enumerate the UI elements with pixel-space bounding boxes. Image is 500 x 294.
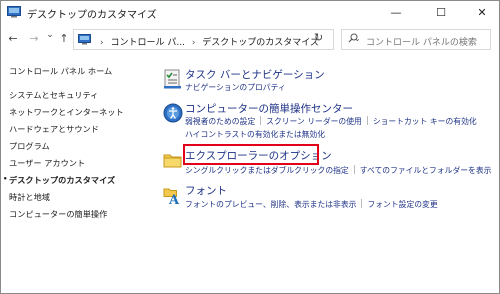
group-title-fonts[interactable]: フォント xyxy=(185,183,227,198)
close-icon: ✕ xyxy=(477,5,487,19)
sidebar-item-label: デスクトップのカスタマイズ xyxy=(9,175,116,185)
search-box[interactable]: コントロール パネルの検索 xyxy=(341,29,491,50)
link-low-vision-settings[interactable]: 弱視者のための設定 xyxy=(185,117,255,126)
link-use-screen-reader[interactable]: スクリーン リーダーの使用 xyxy=(266,117,362,126)
sidebar-item-ease-of-access[interactable]: コンピューターの簡単操作 xyxy=(9,208,107,220)
link-show-hidden-files[interactable]: すべてのファイルとフォルダーを表示 xyxy=(360,166,492,175)
recent-locations-chevron-icon[interactable]: ⌄ xyxy=(43,30,57,40)
control-panel-window: デスクトップのカスタマイズ — ☐ ✕ ← → ⌄ ↑ › コントロール パ..… xyxy=(0,0,500,294)
title-bar: デスクトップのカスタマイズ — ☐ ✕ xyxy=(1,1,499,25)
search-placeholder: コントロール パネルの検索 xyxy=(366,38,477,48)
group-links-taskbar: ナビゲーションのプロパティ xyxy=(185,82,286,93)
forward-arrow-icon[interactable]: → xyxy=(27,32,41,45)
breadcrumb-personalization[interactable]: デスクトップのカスタマイズ xyxy=(202,38,319,48)
back-arrow-icon[interactable]: ← xyxy=(6,32,20,45)
link-divider xyxy=(260,116,262,125)
sidebar-item-network-internet[interactable]: ネットワークとインターネット xyxy=(9,106,124,118)
navigation-bar: ← → ⌄ ↑ › コントロール パ... › デスクトップのカスタマイズ ⌄ … xyxy=(1,27,499,53)
maximize-button[interactable]: ☐ xyxy=(426,1,456,23)
link-divider xyxy=(353,165,355,174)
sidebar-item-hardware-sound[interactable]: ハードウェアとサウンド xyxy=(9,123,99,135)
fonts-icon: A xyxy=(163,188,180,205)
group-links-ease-of-access-row2: ハイコントラストの有効化または無効化 xyxy=(185,129,325,140)
sidebar-item-user-accounts[interactable]: ユーザー アカウント xyxy=(9,157,85,169)
window-title: デスクトップのカスタマイズ xyxy=(27,10,157,21)
group-title-taskbar-navigation[interactable]: タスク バーとナビゲーション xyxy=(185,67,325,82)
link-single-or-double-click[interactable]: シングルクリックまたはダブルクリックの指定 xyxy=(185,166,349,175)
refresh-icon[interactable]: ↻ xyxy=(314,31,323,44)
highlight-annotation-box xyxy=(183,144,319,165)
sidebar-item-personalization: • デスクトップのカスタマイズ xyxy=(3,174,116,186)
address-bar[interactable]: › コントロール パ... › デスクトップのカスタマイズ ⌄ xyxy=(73,29,361,50)
breadcrumb: › コントロール パ... › デスクトップのカスタマイズ xyxy=(96,35,319,48)
link-toggle-high-contrast[interactable]: ハイコントラストの有効化または無効化 xyxy=(185,130,325,139)
link-navigation-properties[interactable]: ナビゲーションのプロパティ xyxy=(185,83,286,92)
link-enable-shortcut-keys[interactable]: ショートカット キーの有効化 xyxy=(373,117,477,126)
group-links-file-explorer: シングルクリックまたはダブルクリックの指定 すべてのファイルとフォルダーを表示 xyxy=(185,165,491,176)
group-links-fonts: フォントのプレビュー、削除、表示または非表示 フォント設定の変更 xyxy=(185,199,438,210)
sidebar-item-programs[interactable]: プログラム xyxy=(9,140,50,152)
control-panel-folder-icon xyxy=(78,34,91,45)
sidebar-item-system-security[interactable]: システムとセキュリティ xyxy=(9,89,98,101)
breadcrumb-separator-icon: › xyxy=(100,38,104,48)
current-item-bullet-icon: • xyxy=(3,175,8,183)
folder-options-icon xyxy=(163,154,182,168)
minimize-icon: — xyxy=(390,5,402,19)
breadcrumb-separator-icon: › xyxy=(191,38,196,48)
link-divider xyxy=(361,199,363,208)
group-links-ease-of-access-row1: 弱視者のための設定 スクリーン リーダーの使用 ショートカット キーの有効化 xyxy=(185,116,477,127)
search-icon xyxy=(348,33,358,43)
up-arrow-icon[interactable]: ↑ xyxy=(57,32,71,45)
sidebar-item-clock-region[interactable]: 時計と地域 xyxy=(9,191,50,203)
sidebar-item-control-panel-home[interactable]: コントロール パネル ホーム xyxy=(9,65,112,77)
maximize-icon: ☐ xyxy=(436,5,446,19)
group-title-ease-of-access-center[interactable]: コンピューターの簡単操作センター xyxy=(185,101,353,116)
control-panel-app-icon xyxy=(7,6,21,18)
breadcrumb-control-panel[interactable]: コントロール パ... xyxy=(110,38,184,48)
ease-of-access-icon xyxy=(163,103,183,123)
svg-text:A: A xyxy=(168,193,180,205)
link-preview-delete-fonts[interactable]: フォントのプレビュー、削除、表示または非表示 xyxy=(185,200,356,209)
link-divider xyxy=(366,116,368,125)
link-change-font-settings[interactable]: フォント設定の変更 xyxy=(367,200,437,209)
taskbar-navigation-icon xyxy=(164,69,181,89)
close-button[interactable]: ✕ xyxy=(467,1,497,23)
minimize-button[interactable]: — xyxy=(381,1,411,23)
